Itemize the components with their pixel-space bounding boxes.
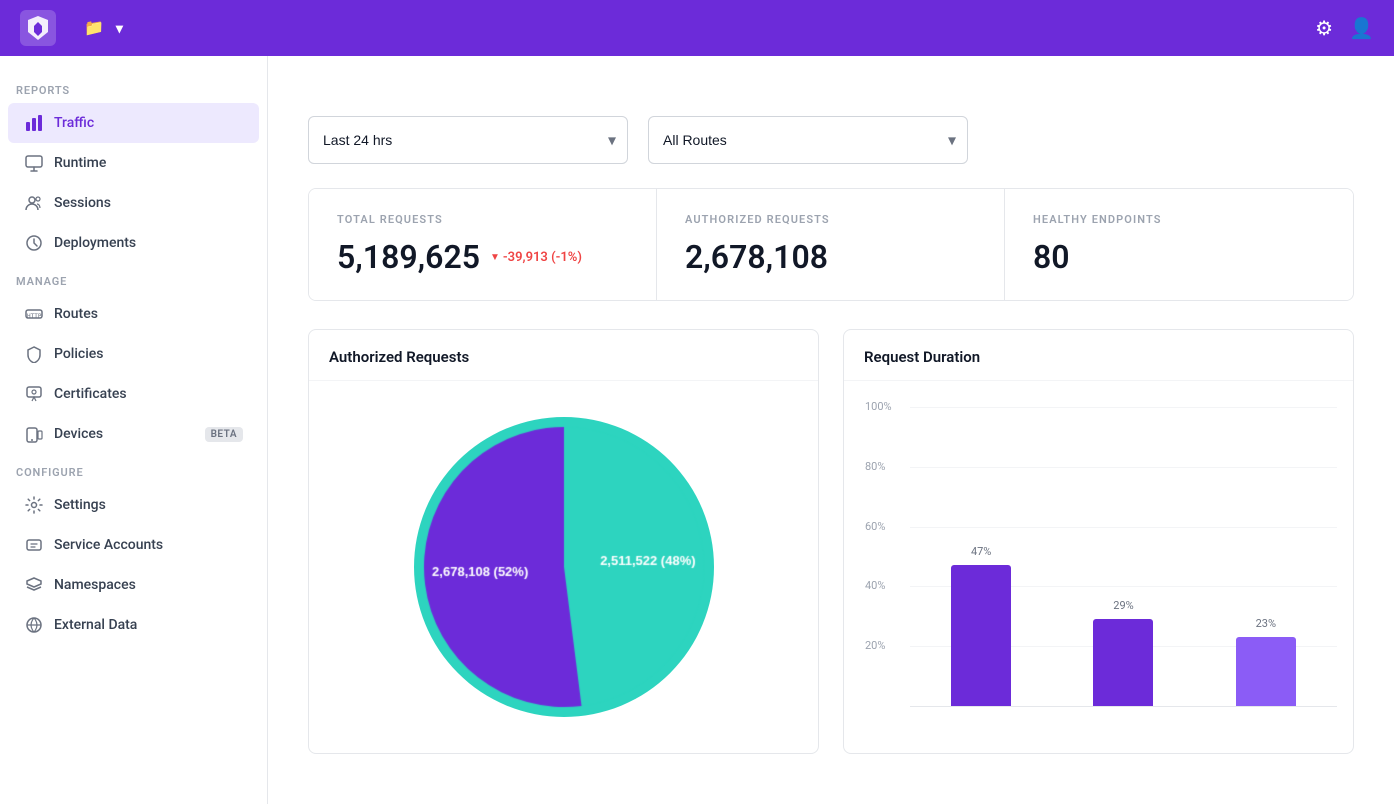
authorized-requests-label: AUTHORIZED REQUESTS	[685, 213, 976, 226]
pie-chart-title: Authorized Requests	[309, 330, 818, 381]
topnav: 📁 ▾ ⚙ 👤	[0, 0, 1394, 56]
metric-card-authorized: AUTHORIZED REQUESTS 2,678,108	[657, 189, 1005, 300]
monitor-icon	[24, 153, 44, 173]
clock-icon	[24, 233, 44, 253]
bar-chart-container: 100%80%60%40%20%47%29%23%	[860, 397, 1337, 737]
sidebar-section-manage: MANAGE	[0, 263, 267, 294]
external-data-icon	[24, 615, 44, 635]
sidebar-item-runtime[interactable]: Runtime	[8, 143, 259, 183]
logo-icon	[20, 10, 56, 46]
healthy-endpoints-value: 80	[1033, 238, 1325, 276]
sidebar-item-policies[interactable]: Policies	[8, 334, 259, 374]
sidebar-item-routes[interactable]: HTTP Routes	[8, 294, 259, 334]
chevron-down-icon: ▾	[116, 20, 123, 37]
namespace-icon	[24, 575, 44, 595]
charts-row: Authorized Requests	[308, 329, 1354, 754]
sidebar-item-devices[interactable]: Devices BETA	[8, 414, 259, 454]
devices-beta-badge: BETA	[205, 427, 243, 442]
date-filter-select[interactable]: Last 24 hrs Last 7 days Last 30 days	[308, 116, 628, 164]
pie-chart-card: Authorized Requests	[308, 329, 819, 754]
bar-chart-title: Request Duration	[844, 330, 1353, 381]
bar-chart-card: Request Duration 100%80%60%40%20%47%29%2…	[843, 329, 1354, 754]
healthy-endpoints-label: HEALTHY ENDPOINTS	[1033, 213, 1325, 226]
policy-icon	[24, 344, 44, 364]
bar-chart-inner: 100%80%60%40%20%47%29%23%	[910, 407, 1337, 707]
sidebar-item-external-data[interactable]: External Data	[8, 605, 259, 645]
sidebar-item-service-accounts[interactable]: Service Accounts	[8, 525, 259, 565]
device-icon	[24, 424, 44, 444]
sidebar-section-reports: REPORTS	[0, 72, 267, 103]
route-filter-select[interactable]: All Routes	[648, 116, 968, 164]
http-icon: HTTP	[24, 304, 44, 324]
metric-card-total: TOTAL REQUESTS 5,189,625 ▼ -39,913 (-1%)	[309, 189, 657, 300]
date-filter-group: Last 24 hrs Last 7 days Last 30 days ▾	[308, 116, 628, 164]
cert-icon	[24, 384, 44, 404]
pie-chart-container	[325, 397, 802, 737]
folder-icon: 📁	[84, 18, 104, 38]
pie-canvas	[414, 417, 714, 717]
service-icon	[24, 535, 44, 555]
sidebar-item-deployments[interactable]: Deployments	[8, 223, 259, 263]
sidebar: REPORTS Traffic Runtime Sessions Deploym…	[0, 56, 268, 804]
total-requests-label: TOTAL REQUESTS	[337, 213, 628, 226]
sidebar-item-namespaces[interactable]: Namespaces	[8, 565, 259, 605]
total-requests-change: ▼ -39,913 (-1%)	[490, 250, 582, 265]
user-icon-btn[interactable]: 👤	[1349, 16, 1374, 41]
chart-icon	[24, 113, 44, 133]
filters-row: Last 24 hrs Last 7 days Last 30 days ▾ A…	[308, 116, 1354, 164]
settings-icon-btn[interactable]: ⚙	[1315, 16, 1333, 41]
total-requests-value: 5,189,625 ▼ -39,913 (-1%)	[337, 238, 628, 276]
metric-card-healthy: HEALTHY ENDPOINTS 80	[1005, 189, 1353, 300]
metric-cards: TOTAL REQUESTS 5,189,625 ▼ -39,913 (-1%)…	[308, 188, 1354, 301]
sidebar-item-certificates[interactable]: Certificates	[8, 374, 259, 414]
authorized-requests-value: 2,678,108	[685, 238, 976, 276]
sidebar-section-configure: CONFIGURE	[0, 454, 267, 485]
main-content: Last 24 hrs Last 7 days Last 30 days ▾ A…	[268, 56, 1394, 804]
sidebar-item-settings[interactable]: Settings	[8, 485, 259, 525]
sidebar-item-sessions[interactable]: Sessions	[8, 183, 259, 223]
svg-text:HTTP: HTTP	[27, 313, 42, 320]
down-arrow-icon: ▼	[490, 252, 500, 263]
route-filter-group: All Routes ▾	[648, 116, 968, 164]
logo	[20, 10, 64, 46]
sidebar-item-traffic[interactable]: Traffic	[8, 103, 259, 143]
users-icon	[24, 193, 44, 213]
settings-icon	[24, 495, 44, 515]
global-selector[interactable]: 📁 ▾	[84, 18, 123, 38]
